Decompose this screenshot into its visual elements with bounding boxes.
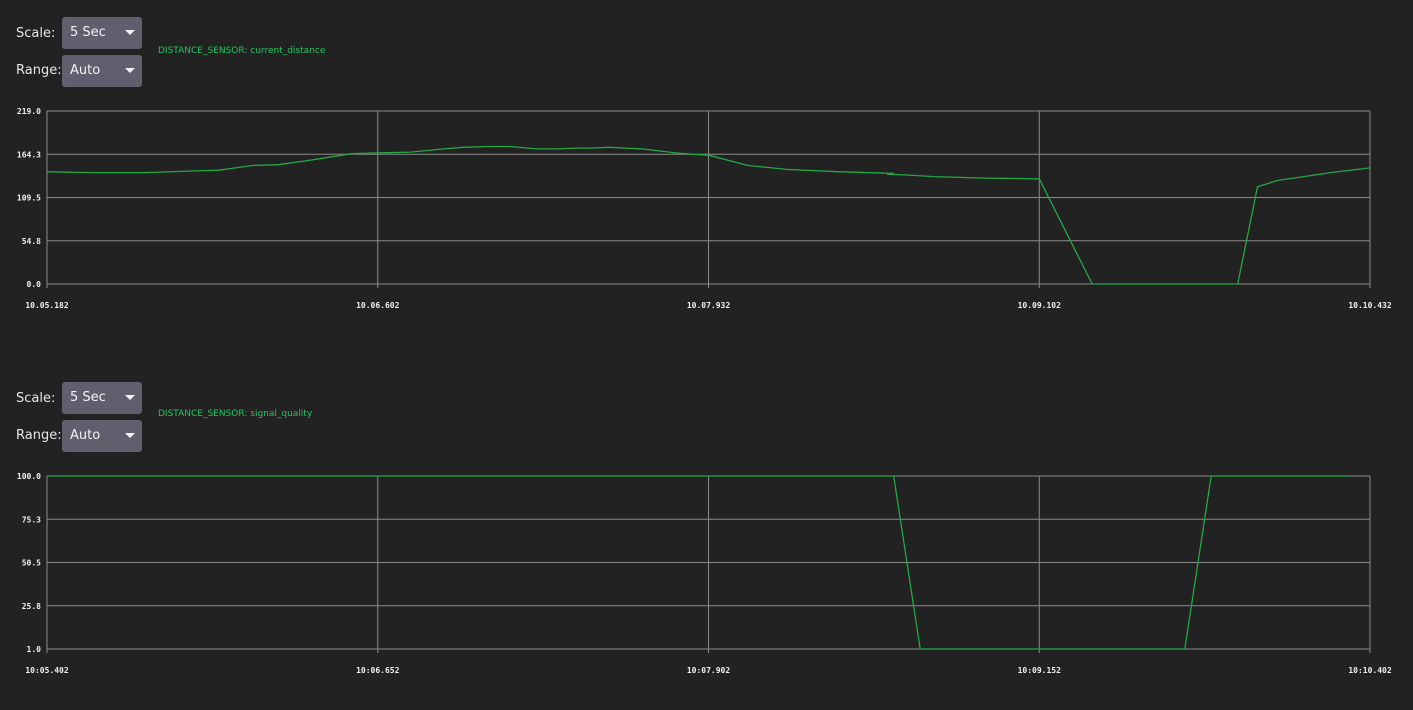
- y-tick-label: 50.5: [22, 559, 41, 568]
- x-tick-label: 10:07.902: [687, 666, 731, 675]
- scale-select-value: 5 Sec: [70, 390, 106, 405]
- y-tick-label: 75.3: [22, 515, 41, 524]
- x-tick-label: 10:10.402: [1348, 666, 1392, 675]
- scale-label: Scale:: [16, 391, 56, 406]
- chevron-down-icon: [125, 395, 135, 400]
- x-tick-label: 10.06.602: [356, 301, 400, 310]
- chevron-down-icon: [125, 30, 135, 35]
- y-tick-label: 164.3: [17, 150, 41, 159]
- chevron-down-icon: [125, 433, 135, 438]
- x-tick-label: 10.09.102: [1018, 301, 1062, 310]
- range-select[interactable]: Auto: [62, 420, 142, 452]
- y-tick-label: 1.0: [27, 645, 42, 654]
- scale-label: Scale:: [16, 26, 56, 41]
- x-tick-label: 10:05.402: [25, 666, 69, 675]
- x-tick-label: 10:09.152: [1018, 666, 1062, 675]
- series-legend: DISTANCE_SENSOR: signal_quality: [158, 409, 313, 419]
- x-tick-label: 10.05.182: [25, 301, 69, 310]
- range-label: Range:: [16, 428, 62, 443]
- scale-select[interactable]: 5 Sec: [62, 382, 142, 414]
- line-chart-current-distance: 219.0 164.3 109.5 54.8 0.0 10.05.182 10.06.602…: [17, 107, 1392, 310]
- line-chart-signal-quality: 100.0 75.3 50.5 25.8 1.0 10:05.402 10:06.652 10…: [17, 472, 1392, 675]
- y-tick-label: 109.5: [17, 194, 41, 203]
- scale-select[interactable]: 5 Sec: [62, 17, 142, 49]
- scale-select-value: 5 Sec: [70, 25, 106, 40]
- range-label: Range:: [16, 63, 62, 78]
- x-tick-label: 10:06.652: [356, 666, 400, 675]
- y-tick-label: 25.8: [22, 602, 41, 611]
- x-tick-label: 10.10.432: [1348, 301, 1392, 310]
- y-tick-label: 0.0: [27, 280, 42, 289]
- range-select-value: Auto: [70, 63, 101, 78]
- y-tick-label: 219.0: [17, 107, 41, 116]
- range-select[interactable]: Auto: [62, 55, 142, 87]
- y-tick-label: 100.0: [17, 472, 41, 481]
- x-tick-label: 10.07.932: [687, 301, 731, 310]
- series-legend: DISTANCE_SENSOR: current_distance: [158, 46, 326, 56]
- range-select-value: Auto: [70, 428, 101, 443]
- y-tick-label: 54.8: [22, 237, 41, 246]
- chevron-down-icon: [125, 68, 135, 73]
